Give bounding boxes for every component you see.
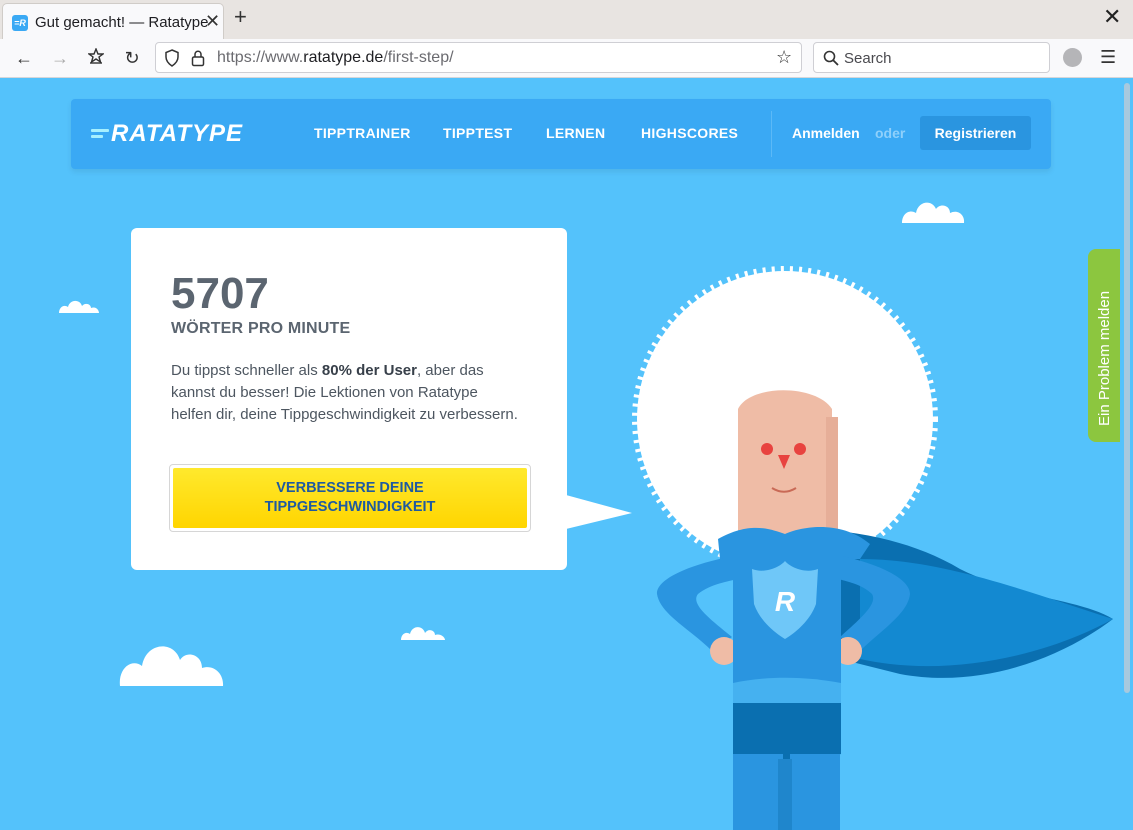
forward-icon[interactable]: → — [47, 46, 73, 70]
cta-label: VERBESSERE DEINE TIPPGESCHWINDIGKEIT — [264, 480, 436, 515]
new-tab-icon[interactable]: + — [234, 6, 247, 28]
search-icon — [823, 50, 839, 66]
url-text[interactable]: https://www.ratatype.de/first-step/ — [217, 49, 454, 67]
url-bar[interactable]: https://www.ratatype.de/first-step/ ☆ — [155, 42, 802, 73]
nav-tipptrainer[interactable]: TIPPTRAINER — [314, 125, 411, 141]
nav-highscores[interactable]: HIGHSCORES — [641, 125, 738, 141]
percentile-text: 80% der User — [321, 362, 417, 379]
wpm-value: 5707 — [171, 269, 269, 318]
improve-speed-button[interactable]: VERBESSERE DEINE TIPPGESCHWINDIGKEIT — [169, 464, 531, 532]
reload-icon[interactable]: ↻ — [119, 46, 145, 70]
logo-text: RATATYPE — [111, 120, 243, 147]
or-separator: oder — [875, 125, 906, 141]
result-description: Du tippst schneller als 80% der User, ab… — [171, 362, 518, 423]
shield-icon[interactable] — [164, 49, 180, 67]
hero-badge-letter: R — [775, 586, 796, 617]
cloud-icon — [119, 646, 224, 686]
browser-tab[interactable]: =R Gut gemacht! — Ratatype ✕ — [2, 3, 224, 39]
close-window-icon[interactable]: ✕ — [1103, 6, 1121, 28]
bookmark-manager-icon[interactable] — [83, 46, 109, 70]
ratatype-favicon-icon: =R — [12, 15, 28, 31]
superhero-mascot-illustration: R — [632, 266, 1113, 830]
cloud-icon — [902, 202, 965, 223]
cloud-icon — [59, 300, 99, 313]
tab-bar: =R Gut gemacht! — Ratatype ✕ + ✕ — [0, 0, 1133, 39]
cloud-icon — [401, 627, 445, 640]
logo-bars-icon — [91, 127, 109, 141]
page-scrollbar[interactable] — [1120, 79, 1133, 830]
hamburger-menu-icon[interactable]: ☰ — [1100, 47, 1116, 68]
nav-tipptest[interactable]: TIPPTEST — [443, 125, 512, 141]
feedback-tab-label[interactable]: Ein Problem melden — [1096, 291, 1113, 426]
result-card: 5707 WÖRTER PRO MINUTE Du tippst schnell… — [131, 228, 567, 570]
search-placeholder: Search — [844, 50, 892, 67]
wpm-label: WÖRTER PRO MINUTE — [171, 320, 351, 337]
page-content: RATATYPE TIPPTRAINER TIPPTEST LERNEN HIG… — [0, 79, 1120, 830]
tab-title: Gut gemacht! — Ratatype — [35, 14, 209, 31]
ratatype-logo[interactable]: RATATYPE — [91, 119, 243, 149]
register-button[interactable]: Registrieren — [920, 116, 1031, 150]
scrollbar-thumb[interactable] — [1124, 83, 1130, 693]
close-tab-icon[interactable]: ✕ — [205, 12, 220, 30]
bookmark-star-icon[interactable]: ☆ — [776, 47, 792, 68]
back-icon[interactable]: ← — [11, 46, 37, 70]
lock-icon[interactable] — [190, 49, 206, 67]
search-bar[interactable]: Search — [813, 42, 1050, 73]
site-header: RATATYPE TIPPTRAINER TIPPTEST LERNEN HIG… — [71, 99, 1051, 169]
header-divider — [771, 111, 772, 157]
login-link[interactable]: Anmelden — [792, 125, 860, 141]
nav-lernen[interactable]: LERNEN — [546, 125, 605, 141]
extension-icon[interactable] — [1063, 48, 1082, 67]
